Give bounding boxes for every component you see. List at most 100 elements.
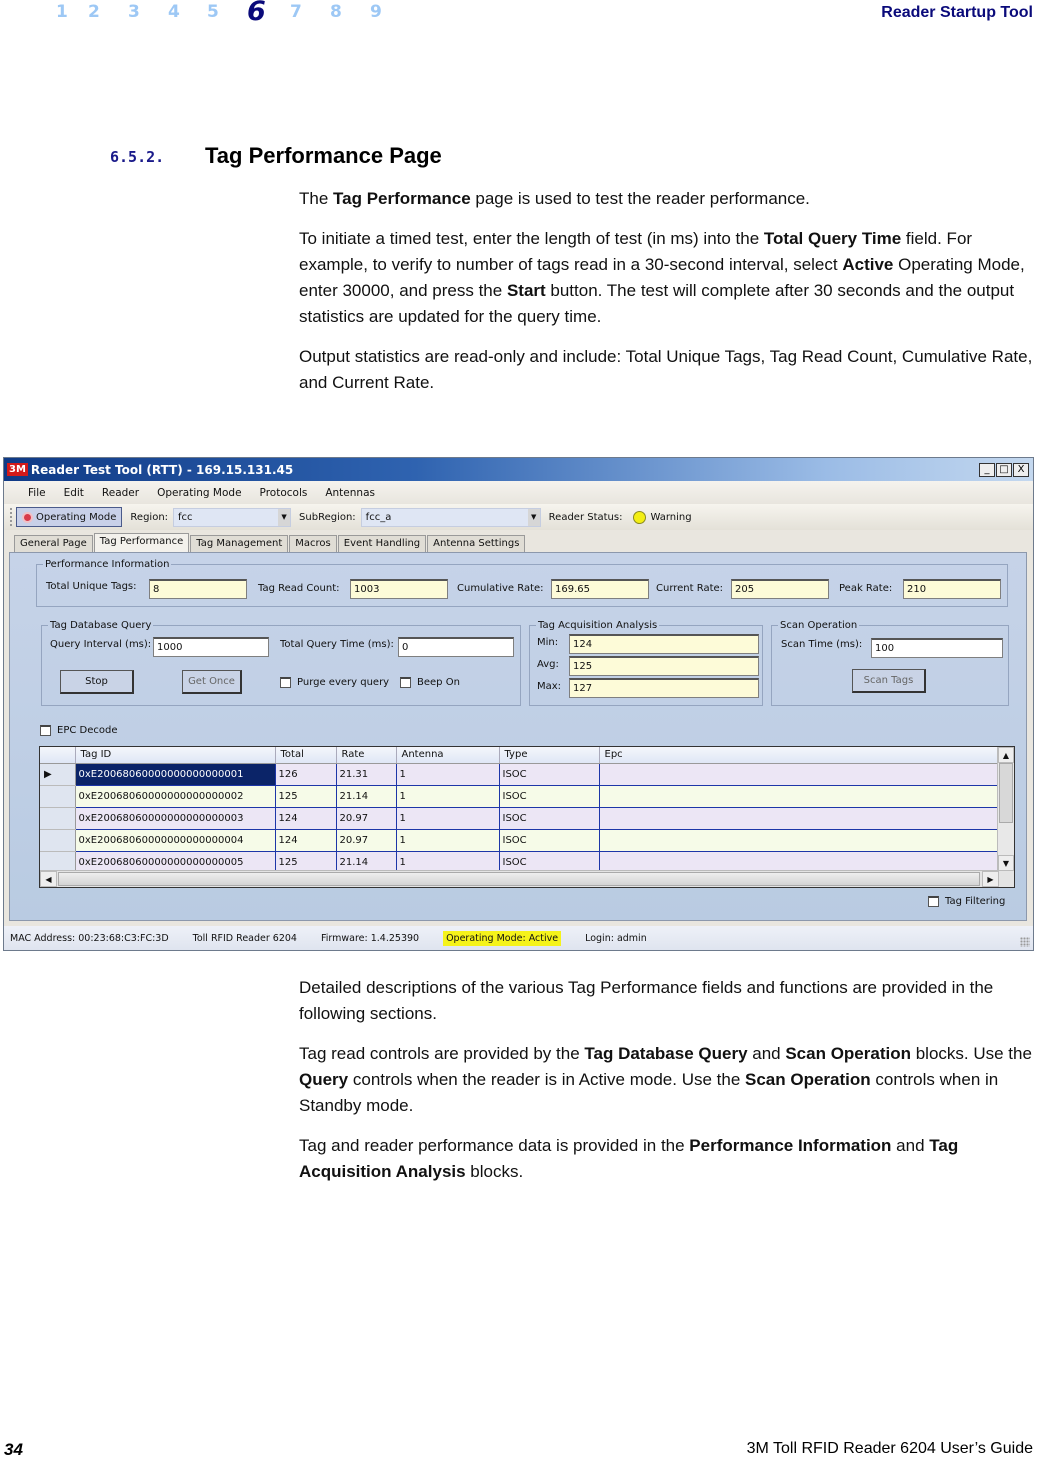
table-row[interactable]: 0xE20068060000000000000003 124 20.97 1 I… bbox=[40, 807, 999, 830]
cell-total[interactable]: 124 bbox=[275, 829, 337, 852]
scroll-thumb[interactable] bbox=[999, 763, 1013, 823]
column-header[interactable]: Tag ID bbox=[75, 747, 276, 764]
tab-macros[interactable]: Macros bbox=[289, 535, 337, 552]
chapter-link[interactable]: 2 bbox=[88, 2, 100, 22]
tab-event-handling[interactable]: Event Handling bbox=[337, 535, 427, 552]
epc-decode-checkbox[interactable]: EPC Decode bbox=[40, 725, 117, 736]
cell-antenna[interactable]: 1 bbox=[396, 829, 500, 852]
chapter-link[interactable]: 9 bbox=[370, 2, 382, 22]
row-header[interactable] bbox=[40, 829, 76, 852]
chapter-link[interactable]: 7 bbox=[290, 2, 302, 22]
column-header[interactable]: Total bbox=[275, 747, 337, 764]
column-header[interactable]: Antenna bbox=[396, 747, 500, 764]
menu-operating-mode[interactable]: Operating Mode bbox=[148, 487, 250, 499]
cell-type[interactable]: ISOC bbox=[499, 829, 600, 852]
region-select[interactable]: fcc ▼ bbox=[173, 507, 292, 527]
current-row-icon[interactable]: ▶ bbox=[40, 763, 76, 786]
menu-protocols[interactable]: Protocols bbox=[251, 487, 317, 499]
minimize-icon[interactable]: _ bbox=[979, 462, 995, 477]
beep-on-checkbox[interactable]: Beep On bbox=[400, 677, 460, 688]
query-interval-input[interactable]: 1000 bbox=[153, 637, 269, 657]
menu-antennas[interactable]: Antennas bbox=[316, 487, 384, 499]
peak-rate-label: Peak Rate: bbox=[839, 583, 893, 594]
cell-rate[interactable]: 21.14 bbox=[336, 785, 397, 808]
cell-antenna[interactable]: 1 bbox=[396, 807, 500, 830]
resize-grip-icon[interactable] bbox=[1020, 937, 1030, 947]
checkbox-icon[interactable] bbox=[40, 725, 51, 736]
tag-filtering-checkbox[interactable]: Tag Filtering bbox=[928, 896, 1005, 907]
tab-bar: General Page Tag Performance Tag Managem… bbox=[4, 532, 1033, 552]
scroll-up-icon[interactable]: ▲ bbox=[998, 747, 1014, 763]
toolbar-grip-icon[interactable] bbox=[10, 508, 13, 526]
scroll-left-icon[interactable]: ◀ bbox=[40, 871, 57, 887]
cell-antenna[interactable]: 1 bbox=[396, 763, 500, 786]
cell-epc[interactable] bbox=[599, 807, 999, 830]
cell-tag-id[interactable]: 0xE20068060000000000000002 bbox=[75, 785, 276, 808]
cell-rate[interactable]: 20.97 bbox=[336, 829, 397, 852]
max-field: 127 bbox=[569, 678, 759, 698]
table-row[interactable]: ▶ 0xE20068060000000000000001 126 21.31 1… bbox=[40, 763, 999, 786]
cell-total[interactable]: 126 bbox=[275, 763, 337, 786]
paragraph: Detailed descriptions of the various Tag… bbox=[299, 978, 994, 1023]
scan-tags-button[interactable]: Scan Tags bbox=[852, 669, 926, 693]
scroll-thumb[interactable] bbox=[58, 872, 980, 886]
cell-epc[interactable] bbox=[599, 763, 999, 786]
cell-rate[interactable]: 20.97 bbox=[336, 807, 397, 830]
checkbox-icon[interactable] bbox=[280, 677, 291, 688]
status-bar: MAC Address: 00:23:68:C3:FC:3D Toll RFID… bbox=[4, 926, 1033, 950]
horizontal-scrollbar[interactable]: ◀ ▶ bbox=[40, 870, 1014, 887]
reader-status-label: Reader Status: bbox=[548, 511, 623, 523]
total-query-time-input[interactable]: 0 bbox=[398, 637, 514, 657]
cell-rate[interactable]: 21.31 bbox=[336, 763, 397, 786]
column-header[interactable]: Rate bbox=[336, 747, 397, 764]
row-header[interactable] bbox=[40, 807, 76, 830]
checkbox-icon[interactable] bbox=[928, 896, 939, 907]
column-header[interactable]: Epc bbox=[599, 747, 999, 764]
scroll-right-icon[interactable]: ▶ bbox=[982, 871, 999, 887]
chapter-link[interactable]: 3 bbox=[128, 2, 140, 22]
cell-tag-id[interactable]: 0xE20068060000000000000001 bbox=[75, 763, 276, 786]
table-row[interactable]: 0xE20068060000000000000002 125 21.14 1 I… bbox=[40, 785, 999, 808]
menu-edit[interactable]: Edit bbox=[55, 487, 93, 499]
menu-reader[interactable]: Reader bbox=[93, 487, 148, 499]
chapter-link[interactable]: 1 bbox=[56, 2, 68, 22]
guide-title: 3M Toll RFID Reader 6204 User’s Guide bbox=[746, 1440, 1033, 1457]
get-once-button[interactable]: Get Once bbox=[182, 670, 242, 694]
scroll-down-icon[interactable]: ▼ bbox=[998, 855, 1014, 871]
maximize-icon[interactable]: □ bbox=[996, 462, 1012, 477]
cell-tag-id[interactable]: 0xE20068060000000000000004 bbox=[75, 829, 276, 852]
tab-tag-performance[interactable]: Tag Performance bbox=[93, 533, 190, 552]
chevron-down-icon[interactable]: ▼ bbox=[278, 508, 291, 526]
purge-every-query-checkbox[interactable]: Purge every query bbox=[280, 677, 389, 688]
subregion-select[interactable]: fcc_a ▼ bbox=[360, 507, 541, 527]
cell-epc[interactable] bbox=[599, 829, 999, 852]
total-unique-tags-label: Total Unique Tags: bbox=[46, 581, 137, 592]
chapter-link[interactable]: 8 bbox=[330, 2, 342, 22]
cell-type[interactable]: ISOC bbox=[499, 807, 600, 830]
tab-tag-management[interactable]: Tag Management bbox=[190, 535, 289, 552]
menu-file[interactable]: File bbox=[19, 487, 55, 499]
chapter-link[interactable]: 5 bbox=[207, 2, 219, 22]
close-icon[interactable]: X bbox=[1013, 462, 1029, 477]
cell-total[interactable]: 124 bbox=[275, 807, 337, 830]
row-header[interactable] bbox=[40, 785, 76, 808]
cell-antenna[interactable]: 1 bbox=[396, 785, 500, 808]
checkbox-icon[interactable] bbox=[400, 677, 411, 688]
stop-button[interactable]: Stop bbox=[60, 670, 134, 694]
cell-tag-id[interactable]: 0xE20068060000000000000003 bbox=[75, 807, 276, 830]
tab-general-page[interactable]: General Page bbox=[14, 535, 93, 552]
cell-type[interactable]: ISOC bbox=[499, 763, 600, 786]
chevron-down-icon[interactable]: ▼ bbox=[527, 508, 540, 526]
chapter-link-active[interactable]: 6 bbox=[247, 0, 266, 27]
chapter-link[interactable]: 4 bbox=[168, 2, 180, 22]
table-row[interactable]: 0xE20068060000000000000004 124 20.97 1 I… bbox=[40, 829, 999, 852]
vertical-scrollbar[interactable]: ▲ ▼ bbox=[997, 747, 1014, 871]
column-header[interactable]: Type bbox=[499, 747, 600, 764]
cell-type[interactable]: ISOC bbox=[499, 785, 600, 808]
section-title: Tag Performance Page bbox=[205, 143, 442, 168]
tab-antenna-settings[interactable]: Antenna Settings bbox=[427, 535, 526, 552]
scan-time-input[interactable]: 100 bbox=[871, 638, 1003, 658]
cell-total[interactable]: 125 bbox=[275, 785, 337, 808]
operating-mode-button[interactable]: Operating Mode bbox=[16, 507, 123, 527]
cell-epc[interactable] bbox=[599, 785, 999, 808]
